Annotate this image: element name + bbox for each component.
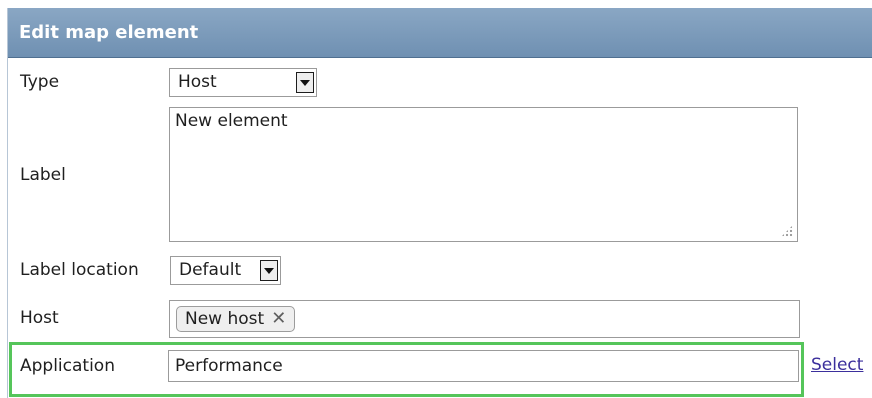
chevron-down-icon[interactable] xyxy=(260,260,278,281)
label-location-label: Label location xyxy=(20,260,139,280)
host-multiselect[interactable]: New host ✕ xyxy=(169,300,800,338)
dialog-header: Edit map element xyxy=(8,8,872,58)
label-label: Label xyxy=(20,165,66,185)
resize-grip-icon[interactable] xyxy=(781,225,793,237)
application-label: Application xyxy=(20,356,115,376)
host-label: Host xyxy=(20,308,59,328)
label-location-select-value: Default xyxy=(179,260,242,280)
host-tag[interactable]: New host ✕ xyxy=(176,306,296,332)
type-select-value: Host xyxy=(178,72,217,92)
edit-map-element-dialog: Edit map element Type Host Label New ele… xyxy=(7,8,872,398)
close-icon[interactable]: ✕ xyxy=(271,310,286,328)
type-select[interactable]: Host xyxy=(169,68,317,97)
host-tag-label: New host xyxy=(185,309,265,329)
label-textarea-value: New element xyxy=(175,111,288,131)
application-input[interactable]: Performance xyxy=(168,350,799,382)
chevron-down-icon[interactable] xyxy=(296,72,314,93)
label-textarea[interactable]: New element xyxy=(169,107,798,242)
label-location-select[interactable]: Default xyxy=(170,256,281,285)
dialog-title: Edit map element xyxy=(19,22,199,43)
type-label: Type xyxy=(20,72,60,92)
application-select-link[interactable]: Select xyxy=(811,355,863,375)
